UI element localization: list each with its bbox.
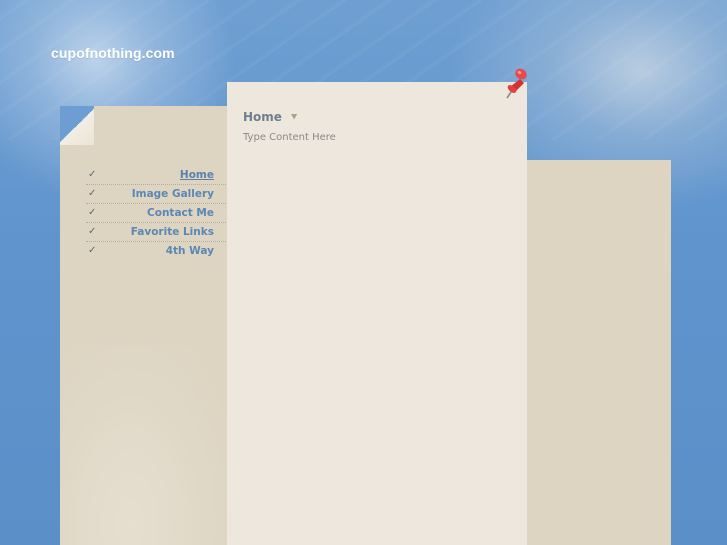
check-icon: ✓ — [88, 207, 97, 218]
nav-link-4th-way[interactable]: 4th Way — [166, 245, 214, 257]
pushpin-icon — [506, 68, 527, 99]
content-title: Home ⯆ — [243, 110, 298, 124]
content-title-text: Home — [243, 110, 282, 124]
sidebar-nav: ✓ Home ✓ Image Gallery ✓ Contact Me ✓ Fa… — [86, 166, 226, 260]
site-title[interactable]: cupofnothing.com — [51, 45, 175, 61]
nav-item-contact-me: ✓ Contact Me — [86, 204, 226, 223]
paper-fold — [60, 106, 94, 145]
content-panel — [227, 82, 527, 545]
right-panel — [526, 160, 671, 545]
nav-item-4th-way: ✓ 4th Way — [86, 242, 226, 260]
nav-item-home: ✓ Home — [86, 166, 226, 185]
nav-link-contact-me[interactable]: Contact Me — [147, 207, 214, 219]
check-icon: ✓ — [88, 169, 97, 180]
nav-link-home[interactable]: Home — [180, 169, 214, 181]
check-icon: ✓ — [88, 245, 97, 256]
nav-item-image-gallery: ✓ Image Gallery — [86, 185, 226, 204]
nav-link-image-gallery[interactable]: Image Gallery — [132, 188, 214, 200]
nav-item-favorite-links: ✓ Favorite Links — [86, 223, 226, 242]
nav-link-favorite-links[interactable]: Favorite Links — [131, 226, 214, 238]
check-icon: ✓ — [88, 226, 97, 237]
sidebar-highlight — [60, 345, 228, 545]
chevron-down-icon: ⯆ — [290, 112, 299, 123]
content-body-text: Type Content Here — [243, 132, 336, 143]
check-icon: ✓ — [88, 188, 97, 199]
